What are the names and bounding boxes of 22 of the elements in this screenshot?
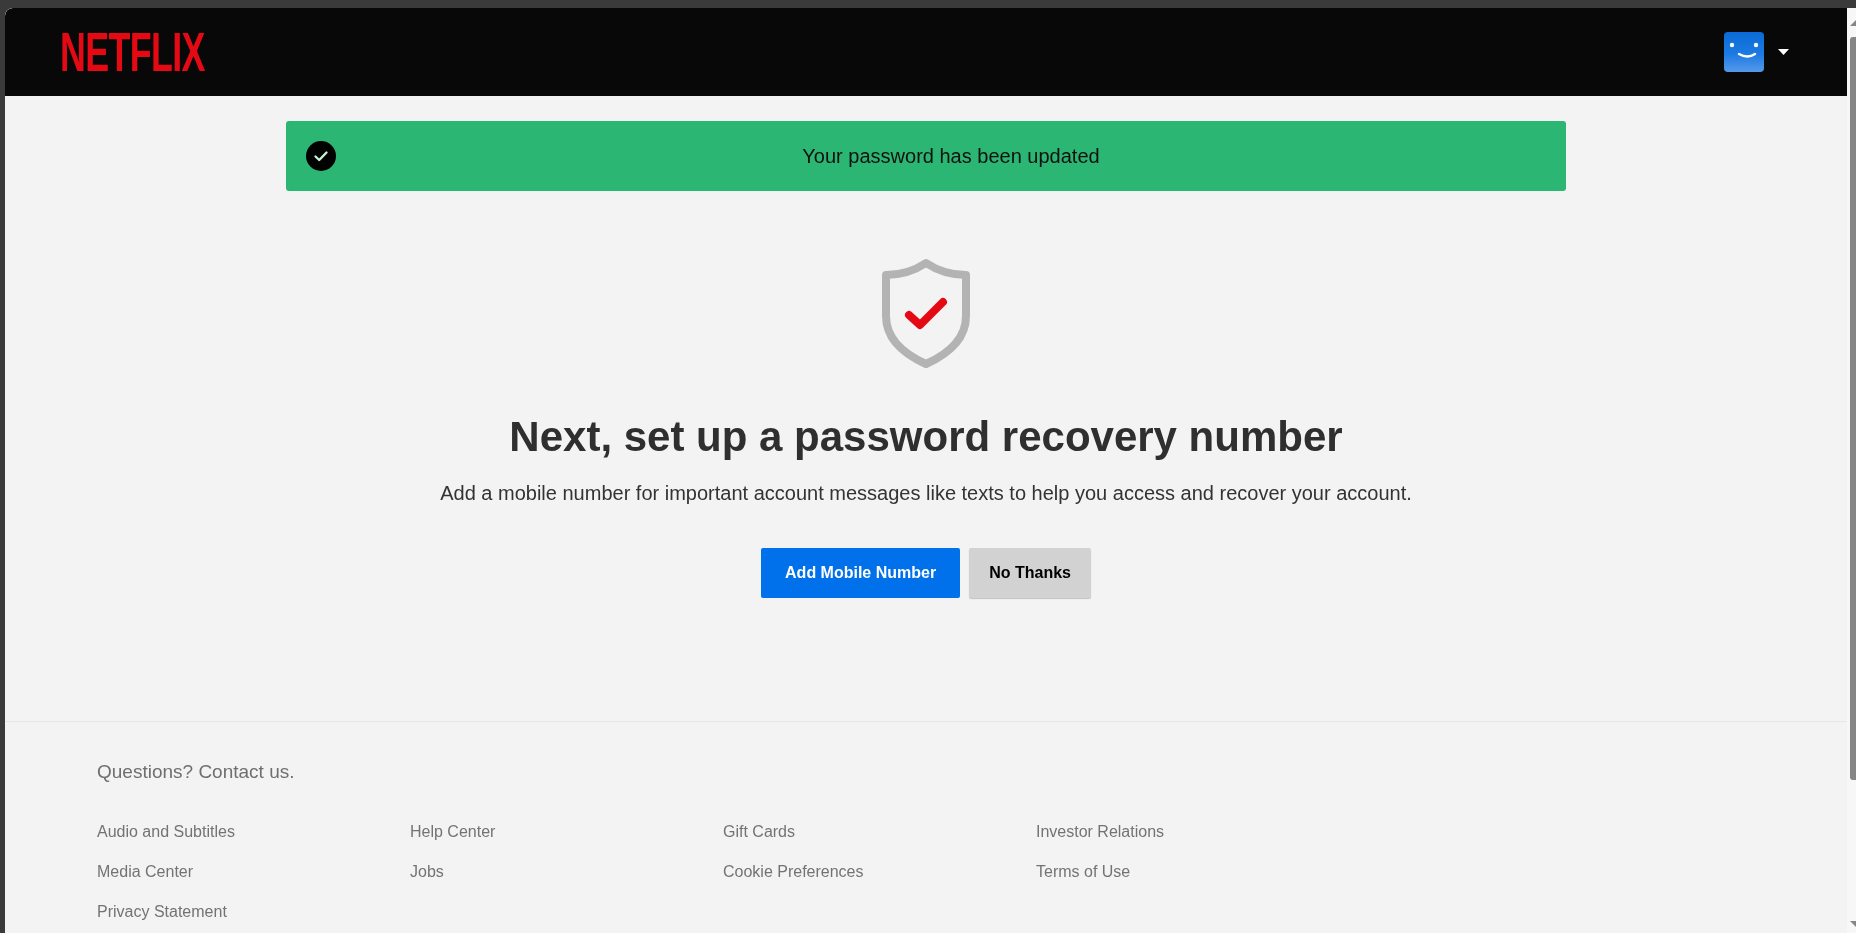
footer-link[interactable]: Jobs <box>410 863 444 880</box>
caret-icon[interactable] <box>1778 49 1789 55</box>
secondary-button[interactable]: No Thanks <box>969 548 1091 598</box>
scroll-down-icon[interactable] <box>1850 921 1856 927</box>
footer-link[interactable]: Cookie Preferences <box>723 863 864 880</box>
description-text: Add a mobile number for important account messages like texts to help you access and recover your account. <box>440 481 1412 506</box>
footer-link[interactable]: Help Center <box>410 823 496 840</box>
alert-message: Your password has been updated <box>802 144 1100 169</box>
primary-button[interactable]: Add Mobile Number <box>761 548 961 598</box>
avatar-icon[interactable] <box>1724 32 1764 72</box>
footer-link[interactable]: Terms of Use <box>1036 863 1131 880</box>
footer-link[interactable]: Investor Relations <box>1036 823 1165 840</box>
footer-link[interactable]: Privacy Statement <box>97 903 227 920</box>
page-heading: Next, set up a password recovery number <box>509 412 1343 462</box>
scrollbar-thumb[interactable] <box>1850 37 1856 780</box>
footer-link[interactable]: Gift Cards <box>723 823 795 840</box>
scroll-up-icon[interactable] <box>1850 20 1856 26</box>
check-circle-icon <box>306 141 336 171</box>
footer-link[interactable]: Media Center <box>97 863 194 880</box>
footer-link[interactable]: Audio and Subtitles <box>97 823 235 840</box>
contact-text: Questions? Contact us. <box>97 760 295 784</box>
logo[interactable]: NETFLIX <box>60 30 205 74</box>
